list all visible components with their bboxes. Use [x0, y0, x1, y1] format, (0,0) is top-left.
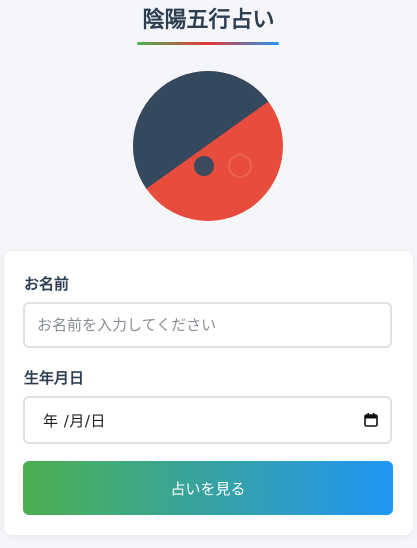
submit-fortune-button[interactable]: 占いを見る [23, 461, 393, 515]
page-title: 陰陽五行占い [142, 8, 275, 33]
name-label: お名前 [24, 275, 70, 293]
title-underline [137, 42, 279, 45]
yin-yang-icon [132, 70, 284, 222]
name-input[interactable] [23, 302, 392, 348]
birthdate-input[interactable]: 年 /月/日 [23, 396, 392, 444]
birthdate-placeholder: 年 /月/日 [43, 411, 106, 430]
calendar-icon[interactable] [364, 413, 378, 427]
birthdate-label: 生年月日 [24, 369, 85, 387]
fortune-form-card: お名前 生年月日 年 /月/日 占いを見る [4, 251, 413, 535]
